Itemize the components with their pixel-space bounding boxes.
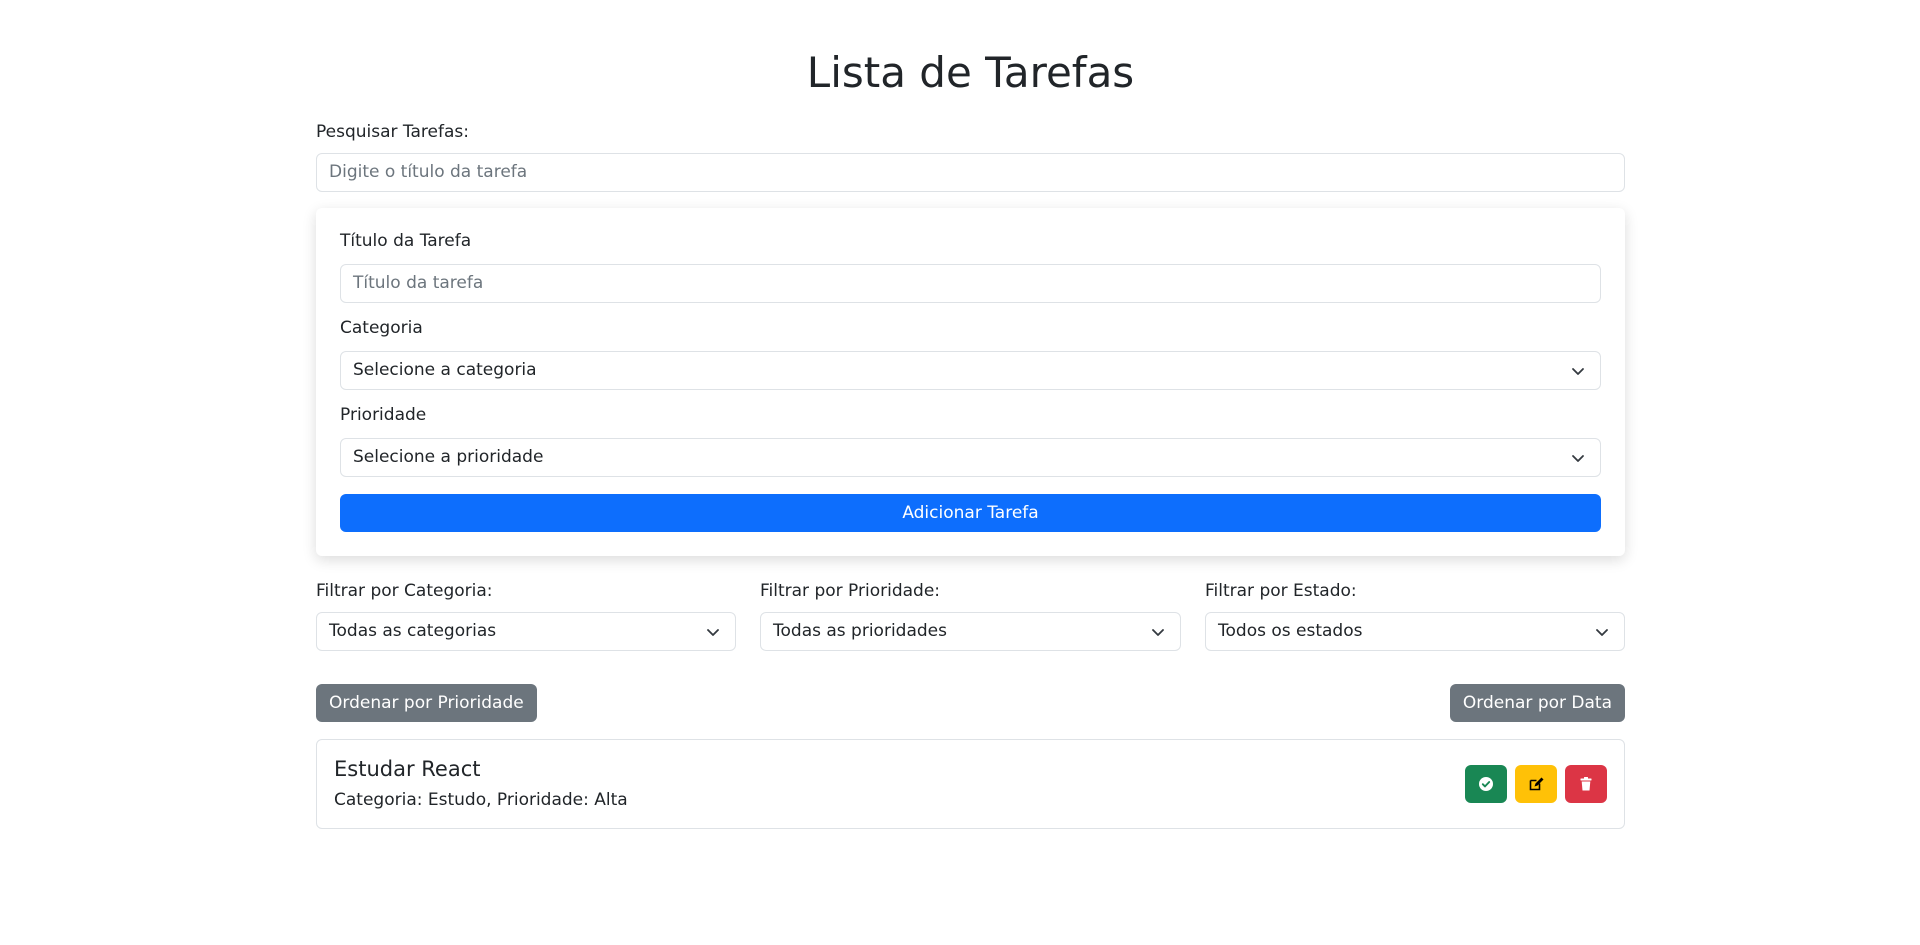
filter-category-select[interactable]: Todas as categorias — [316, 612, 736, 651]
chevron-down-icon — [1572, 455, 1584, 462]
task-title-label: Título da Tarefa — [340, 231, 472, 251]
filter-state-select[interactable]: Todos os estados — [1205, 612, 1625, 651]
filter-state-value: Todos os estados — [1218, 621, 1363, 641]
edit-task-button[interactable] — [1515, 765, 1557, 803]
add-task-card: Título da Tarefa Título da tarefa Catego… — [316, 208, 1625, 556]
add-task-button[interactable]: Adicionar Tarefa — [340, 494, 1601, 532]
filter-priority-label: Filtrar por Prioridade: — [760, 581, 941, 601]
priority-select[interactable]: Selecione a prioridade — [340, 438, 1601, 477]
task-item: Estudar React Categoria: Estudo, Priorid… — [316, 739, 1625, 829]
filter-category-label: Filtrar por Categoria: — [316, 581, 493, 601]
chevron-down-icon — [1152, 629, 1164, 636]
search-label: Pesquisar Tarefas: — [316, 122, 469, 142]
search-input[interactable]: Digite o título da tarefa — [316, 153, 1625, 192]
filter-category-value: Todas as categorias — [329, 621, 497, 641]
filter-priority-select[interactable]: Todas as prioridades — [760, 612, 1181, 651]
priority-select-value: Selecione a prioridade — [353, 447, 544, 467]
delete-task-button[interactable] — [1565, 765, 1607, 803]
chevron-down-icon — [1596, 629, 1608, 636]
category-select-value: Selecione a categoria — [353, 360, 537, 380]
edit-icon — [1529, 777, 1544, 791]
priority-label: Prioridade — [340, 405, 427, 425]
task-title-input[interactable]: Título da tarefa — [340, 264, 1601, 303]
sort-by-date-button[interactable]: Ordenar por Data — [1449, 684, 1625, 722]
filter-state-label: Filtrar por Estado: — [1205, 581, 1357, 601]
filter-priority-value: Todas as prioridades — [773, 621, 947, 641]
complete-task-button[interactable] — [1465, 765, 1507, 803]
check-circle-icon — [1479, 777, 1493, 791]
page-title: Lista de Tarefas — [806, 48, 1135, 97]
category-label: Categoria — [340, 318, 423, 338]
category-select[interactable]: Selecione a categoria — [340, 351, 1601, 390]
trash-icon — [1580, 777, 1592, 791]
sort-by-priority-button[interactable]: Ordenar por Prioridade — [316, 684, 537, 722]
chevron-down-icon — [1572, 368, 1584, 375]
task-title: Estudar React — [334, 757, 481, 781]
task-meta: Categoria: Estudo, Prioridade: Alta — [334, 790, 628, 810]
chevron-down-icon — [707, 629, 719, 636]
